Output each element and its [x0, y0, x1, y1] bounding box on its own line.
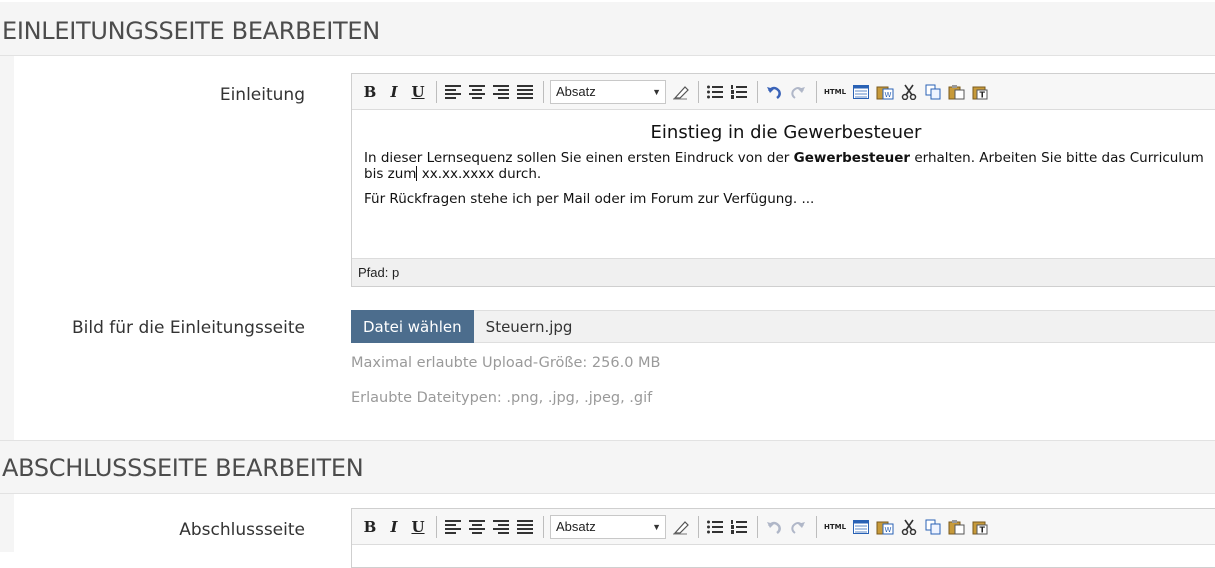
content-paragraph: In dieser Lernsequenz sollen Sie einen e…: [364, 151, 1208, 182]
para-text: xx.xx.xxxx durch.: [417, 166, 542, 182]
toolbar-separator: [757, 80, 758, 103]
left-frame: [0, 56, 14, 440]
undo-icon[interactable]: [764, 516, 784, 538]
align-center-icon[interactable]: [467, 81, 487, 103]
toolbar-separator: [816, 80, 817, 103]
intro-label: Einleitung: [219, 85, 305, 105]
cut-icon[interactable]: [899, 81, 919, 103]
numbered-list-icon[interactable]: [729, 516, 749, 538]
image-label: Bild für die Einleitungsseite: [71, 318, 305, 338]
toolbar-separator: [543, 515, 544, 538]
toolbar-separator: [698, 515, 699, 538]
toolbar-separator: [757, 515, 758, 538]
svg-text:T: T: [980, 525, 986, 534]
eraser-icon[interactable]: [670, 81, 690, 103]
chevron-down-icon: ▼: [652, 86, 661, 97]
editor-toolbar: B I U Absatz ▼ HTML W T: [352, 509, 1215, 545]
max-upload-size: Maximal erlaubte Upload-Größe: 256.0 MB: [351, 355, 661, 371]
format-select[interactable]: Absatz ▼: [550, 514, 666, 539]
align-right-icon[interactable]: [491, 516, 511, 538]
content-heading: Einstieg in die Gewerbesteuer: [650, 122, 922, 143]
bullet-list-icon[interactable]: [705, 516, 725, 538]
editor-toolbar: B I U Absatz ▼ HTML W T: [352, 74, 1215, 110]
svg-text:T: T: [980, 90, 986, 99]
table-icon[interactable]: [851, 81, 871, 103]
bold-icon[interactable]: B: [360, 81, 380, 103]
italic-icon[interactable]: I: [384, 81, 404, 103]
selected-filename: Steuern.jpg: [485, 317, 573, 336]
toolbar-separator: [816, 515, 817, 538]
section-header-outro: ABSCHLUSSSEITE BEARBEITEN: [0, 440, 1215, 494]
copy-icon[interactable]: [923, 516, 943, 538]
align-left-icon[interactable]: [443, 81, 463, 103]
bold-icon[interactable]: B: [360, 516, 380, 538]
section-title: ABSCHLUSSSEITE BEARBEITEN: [2, 454, 364, 482]
svg-text:W: W: [885, 526, 892, 534]
para-text: In dieser Lernsequenz sollen Sie einen e…: [364, 150, 794, 166]
format-select-value: Absatz: [556, 519, 596, 534]
toolbar-separator: [436, 515, 437, 538]
copy-icon[interactable]: [923, 81, 943, 103]
numbered-list-icon[interactable]: [729, 81, 749, 103]
eraser-icon[interactable]: [670, 516, 690, 538]
format-select[interactable]: Absatz ▼: [550, 79, 666, 104]
paste-text-icon[interactable]: T: [971, 516, 991, 538]
choose-file-button[interactable]: Datei wählen: [351, 310, 474, 343]
italic-icon[interactable]: I: [384, 516, 404, 538]
align-center-icon[interactable]: [467, 516, 487, 538]
align-left-icon[interactable]: [443, 516, 463, 538]
undo-icon[interactable]: [764, 81, 784, 103]
file-picker[interactable]: Datei wählen Steuern.jpg: [351, 310, 1215, 343]
outro-label: Abschlussseite: [179, 520, 305, 540]
paste-word-icon[interactable]: W: [875, 81, 895, 103]
paste-word-icon[interactable]: W: [875, 516, 895, 538]
toolbar-separator: [698, 80, 699, 103]
left-frame: [0, 494, 14, 552]
content-paragraph: Für Rückfragen stehe ich per Mail oder i…: [364, 191, 815, 207]
intro-editor[interactable]: B I U Absatz ▼ HTML W T Einstieg in die …: [351, 73, 1215, 287]
paste-icon[interactable]: [947, 516, 967, 538]
outro-editor[interactable]: B I U Absatz ▼ HTML W T: [351, 508, 1215, 568]
editor-content[interactable]: Einstieg in die Gewerbesteuer In dieser …: [352, 110, 1215, 258]
section-title: EINLEITUNGSSEITE BEARBEITEN: [2, 17, 380, 45]
format-select-value: Absatz: [556, 84, 596, 99]
align-justify-icon[interactable]: [515, 516, 535, 538]
editor-path-bar: Pfad: p: [352, 258, 1215, 286]
redo-icon[interactable]: [788, 81, 808, 103]
underline-icon[interactable]: U: [408, 81, 428, 103]
toolbar-separator: [436, 80, 437, 103]
svg-text:W: W: [885, 91, 892, 99]
toolbar-separator: [543, 80, 544, 103]
table-icon[interactable]: [851, 516, 871, 538]
cut-icon[interactable]: [899, 516, 919, 538]
allowed-file-types: Erlaubte Dateitypen: .png, .jpg, .jpeg, …: [351, 390, 653, 406]
html-source-icon[interactable]: HTML: [823, 516, 847, 538]
html-source-icon[interactable]: HTML: [823, 81, 847, 103]
align-justify-icon[interactable]: [515, 81, 535, 103]
chevron-down-icon: ▼: [652, 521, 661, 532]
align-right-icon[interactable]: [491, 81, 511, 103]
bullet-list-icon[interactable]: [705, 81, 725, 103]
section-header-intro: EINLEITUNGSSEITE BEARBEITEN: [0, 2, 1215, 56]
paste-text-icon[interactable]: T: [971, 81, 991, 103]
paste-icon[interactable]: [947, 81, 967, 103]
underline-icon[interactable]: U: [408, 516, 428, 538]
para-bold-text: Gewerbesteuer: [793, 150, 911, 166]
redo-icon[interactable]: [788, 516, 808, 538]
